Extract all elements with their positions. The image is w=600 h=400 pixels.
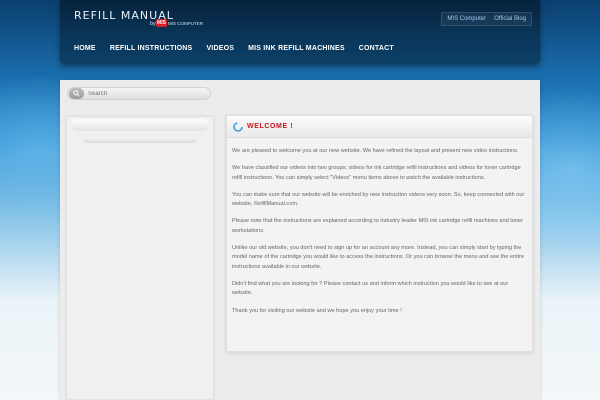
paragraph: We are pleased to welcome you at our new… — [232, 148, 519, 154]
search-icon — [73, 90, 80, 97]
paragraph: Didn't find what you are looking for ? P… — [232, 280, 509, 297]
paragraph: Thank you for visiting our website and w… — [232, 307, 402, 314]
main-nav: HOME REFILL INSTRUCTIONS VIDEOS MIS INK … — [74, 45, 394, 52]
search-input[interactable] — [88, 90, 198, 97]
search-bar — [67, 87, 211, 100]
welcome-header: WELCOME ! — [227, 116, 532, 138]
spinner-icon — [233, 122, 243, 132]
sidebar-header-bar — [71, 119, 209, 131]
paragraph: Unlike our old website, you don't need t… — [232, 245, 524, 270]
nav-item-home[interactable]: HOME — [74, 45, 96, 52]
nav-item-mis-ink-refill-machines[interactable]: MIS INK REFILL MACHINES — [248, 45, 345, 52]
welcome-panel: WELCOME ! We are pleased to welcome you … — [226, 115, 533, 352]
top-link-mis-computer[interactable]: MIS Computer — [447, 16, 486, 22]
nav-item-contact[interactable]: CONTACT — [359, 45, 394, 52]
paragraph: We have classified our videos into two g… — [232, 165, 521, 181]
nav-item-refill-instructions[interactable]: REFILL INSTRUCTIONS — [110, 45, 193, 52]
paragraph: Please note that the instructions are ex… — [232, 218, 524, 234]
logo-by-text: by — [150, 21, 156, 27]
site-header: REFILL MANUAL by MIS MIS COMPUTER MIS Co… — [60, 0, 540, 64]
page-title: WELCOME ! — [247, 123, 294, 130]
sidebar-divider — [83, 139, 197, 143]
search-button[interactable] — [69, 88, 84, 99]
top-links: MIS Computer Official Blog — [441, 12, 532, 26]
top-link-official-blog[interactable]: Official Blog — [494, 16, 526, 22]
nav-item-videos[interactable]: VIDEOS — [206, 45, 234, 52]
welcome-text: We are pleased to welcome you at our new… — [232, 147, 526, 324]
mis-logo-badge: MIS — [156, 19, 167, 27]
logo-company-text: MIS COMPUTER — [168, 21, 204, 26]
sidebar-panel — [66, 116, 214, 400]
paragraph: You can make sure that our website will … — [232, 191, 525, 208]
